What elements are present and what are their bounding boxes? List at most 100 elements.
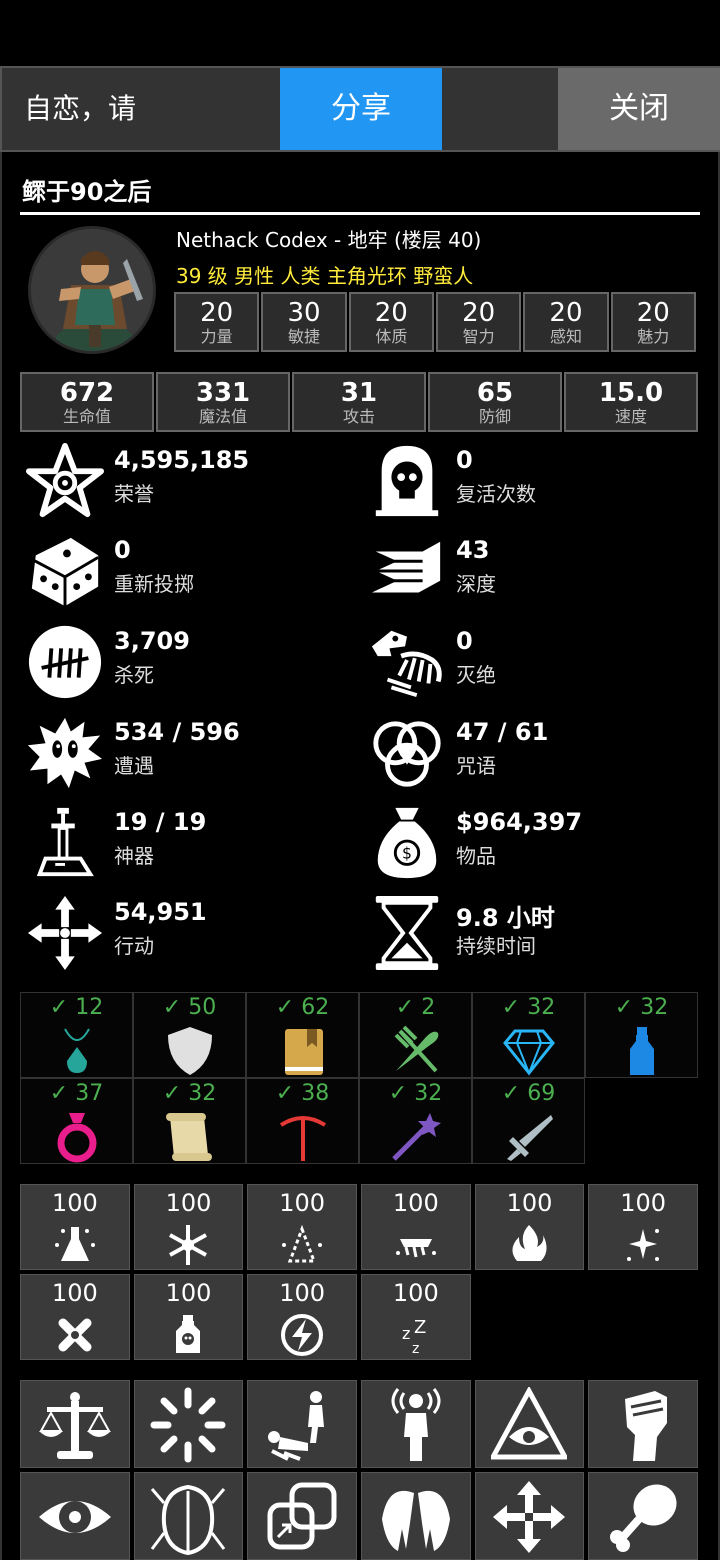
item-category-tools[interactable]: ✓ 38 (246, 1078, 359, 1164)
intrinsic-protection[interactable] (133, 1472, 244, 1560)
intrinsic-telepathy[interactable] (360, 1380, 471, 1468)
item-category-gems[interactable]: ✓ 32 (472, 992, 585, 1078)
class-info: 39 级 男性 人类 主角光环 野蛮人 (176, 264, 474, 288)
item-category-scrolls[interactable]: ✓ 32 (133, 1078, 246, 1164)
item-category-potions[interactable]: ✓ 32 (585, 992, 698, 1078)
resistance-poison-x[interactable]: 100 (20, 1274, 130, 1360)
achievement-label: 重新投掷 (114, 572, 194, 596)
wand-icon (391, 1113, 441, 1161)
stat-box: 31 攻击 (292, 372, 426, 432)
resistance-value: 100 (165, 1279, 212, 1307)
prompt-text: 自恋，请 (24, 92, 137, 125)
gem-icon (502, 1029, 555, 1076)
svg-text:z: z (402, 1324, 410, 1343)
attribute-box: 20 魅力 (610, 292, 696, 352)
top-bar: 自恋，请 分享 关闭 (0, 66, 720, 152)
close-button[interactable]: 关闭 (558, 68, 720, 150)
stat-box: 65 防御 (428, 372, 562, 432)
eye-icon (38, 1501, 111, 1533)
stat-label: 生命值 (62, 407, 111, 426)
intrinsic-food[interactable] (588, 1472, 698, 1560)
stat-box: 672 生命值 (20, 372, 154, 432)
achievement-value: 534 / 596 (114, 718, 240, 746)
item-category-rings[interactable]: ✓ 37 (20, 1078, 133, 1164)
intrinsic-strength[interactable] (588, 1380, 698, 1468)
ring-icon (57, 1113, 96, 1163)
achievement-value: 47 / 61 (456, 718, 549, 746)
svg-text:z: z (412, 1341, 419, 1357)
pickaxe-icon (279, 1116, 326, 1161)
item-category-armor[interactable]: ✓ 50 (133, 992, 246, 1078)
item-category-amulets[interactable]: ✓ 12 (20, 992, 133, 1078)
stairs-icon (371, 541, 441, 593)
knockdown-icon (268, 1391, 325, 1461)
achievement-value: 0 (114, 536, 131, 564)
four-arrows-icon (493, 1481, 566, 1553)
achievement-kills: 3,709 杀死 (26, 623, 356, 703)
achievement-revives: 0 复活次数 (368, 442, 698, 522)
attribute-box: 20 力量 (174, 292, 260, 352)
attribute-label: 力量 (200, 327, 233, 346)
triquetra-icon (373, 721, 441, 787)
sword-in-stone-icon (36, 807, 94, 877)
attribute-value: 20 (462, 298, 496, 328)
poison-cross-icon (58, 1318, 92, 1352)
radiance-icon (150, 1387, 226, 1463)
share-button[interactable]: 分享 (280, 68, 442, 150)
attribute-box: 20 体质 (348, 292, 434, 352)
resistance-acid[interactable]: 100 (20, 1184, 130, 1270)
resistance-cold[interactable]: 100 (133, 1184, 244, 1270)
move-arrows-icon (27, 895, 103, 971)
item-count: ✓ 32 (501, 995, 556, 1020)
achievement-value: 0 (456, 446, 473, 474)
achievement-artifacts: 19 / 19 神器 (26, 804, 356, 884)
potion-bottle-icon (629, 1027, 654, 1075)
barbarian-portrait-icon (31, 229, 153, 351)
item-category-wands[interactable]: ✓ 32 (359, 1078, 472, 1164)
attributes-row: 20 力量 30 敏捷 20 体质 20 智力 20 感知 20 魅力 (174, 292, 696, 352)
resistance-sleep[interactable]: 100 zZz (360, 1274, 471, 1360)
intrinsic-flying[interactable] (360, 1472, 471, 1560)
stat-label: 攻击 (342, 407, 375, 426)
resistance-poison[interactable]: 100 (133, 1274, 244, 1360)
intrinsic-alignment[interactable] (20, 1380, 130, 1468)
resistance-shock-bolt[interactable]: 100 (247, 1274, 357, 1360)
intrinsic-speed[interactable] (474, 1472, 585, 1560)
stats-row: 672 生命值 331 魔法值 31 攻击 65 防御 15.0 速度 (20, 372, 698, 432)
disintegration-icon (282, 1224, 323, 1263)
balance-scale-icon (38, 1392, 111, 1459)
item-category-food[interactable]: ✓ 2 (359, 992, 472, 1078)
attribute-box: 30 敏捷 (261, 292, 347, 352)
resistance-fire[interactable]: 100 (474, 1184, 585, 1270)
item-category-weapons[interactable]: ✓ 69 (472, 1078, 585, 1164)
fist-icon (625, 1391, 668, 1461)
resistance-value: 100 (506, 1189, 553, 1217)
attribute-label: 体质 (375, 327, 408, 346)
resistance-magic[interactable]: 100 (588, 1184, 698, 1270)
stat-value: 672 (59, 378, 115, 408)
achievement-label: 灭绝 (456, 663, 496, 687)
achievement-label: 遭遇 (114, 754, 154, 778)
stat-value: 31 (340, 378, 378, 408)
acid-flask-icon (54, 1227, 95, 1261)
intrinsic-stun[interactable] (247, 1380, 357, 1468)
item-category-books[interactable]: ✓ 62 (246, 992, 359, 1078)
svg-text:Z: Z (414, 1317, 426, 1338)
intrinsic-radiance[interactable] (133, 1380, 244, 1468)
resistance-disintegration[interactable]: 100 (247, 1184, 357, 1270)
intrinsic-see-invisible[interactable] (474, 1380, 585, 1468)
item-discovery-grid: ✓ 12 ✓ 50 ✓ 62 ✓ 2 ✓ 32 ✓ 32 ✓ 37 ✓ 32 ✓… (20, 992, 698, 1164)
achievement-label: 物品 (456, 844, 496, 868)
tombstone-skull-icon (375, 445, 439, 517)
intrinsic-vision[interactable] (20, 1472, 130, 1560)
dice-icon (31, 537, 99, 607)
achievement-spells: 47 / 61 咒语 (368, 714, 698, 794)
achievement-value: 9.8 小时 (456, 904, 555, 932)
intrinsic-teleport-control[interactable] (247, 1472, 357, 1560)
stat-label: 速度 (614, 407, 647, 426)
attribute-value: 20 (374, 298, 408, 328)
item-count: ✓ 38 (275, 1081, 330, 1106)
attribute-box: 20 智力 (435, 292, 522, 352)
achievement-rerolls: 0 重新投掷 (26, 532, 356, 612)
resistance-shock[interactable]: 100 (360, 1184, 471, 1270)
